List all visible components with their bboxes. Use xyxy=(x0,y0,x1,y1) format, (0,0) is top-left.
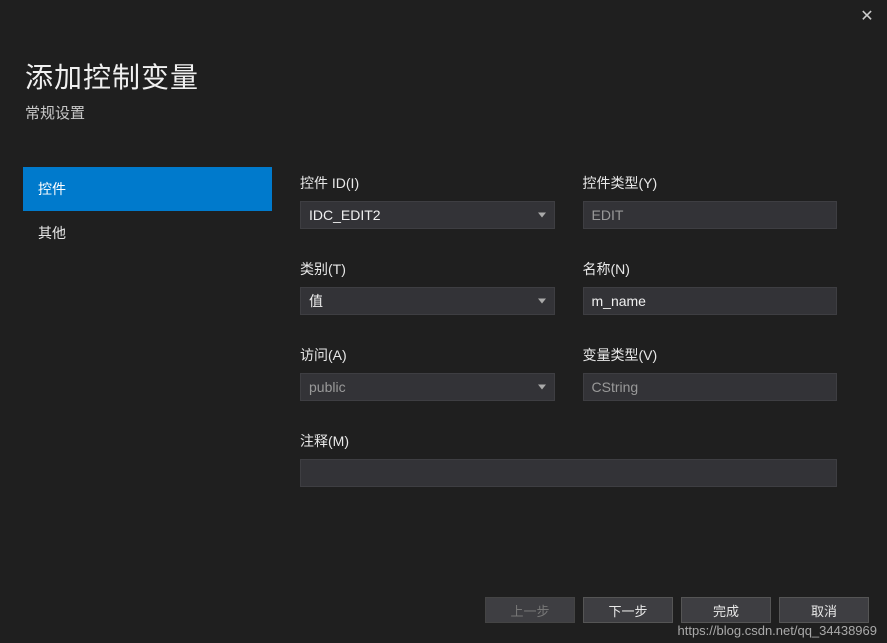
field-control-id: 控件 ID(I) IDC_EDIT2 xyxy=(300,173,555,229)
select-value: IDC_EDIT2 xyxy=(309,207,381,223)
field-label: 类别(T) xyxy=(300,259,555,279)
content: 控件 其他 控件 ID(I) IDC_EDIT2 控件类型(Y) 类别(T) xyxy=(0,167,887,517)
page-title: 添加控制变量 xyxy=(25,56,887,96)
close-button[interactable]: ✕ xyxy=(857,6,877,26)
category-select[interactable]: 值 xyxy=(300,287,555,315)
field-label: 控件 ID(I) xyxy=(300,173,555,193)
field-label: 控件类型(Y) xyxy=(583,173,838,193)
field-category: 类别(T) 值 xyxy=(300,259,555,315)
access-select: public xyxy=(300,373,555,401)
field-comment: 注释(M) xyxy=(300,431,837,487)
field-control-type: 控件类型(Y) xyxy=(583,173,838,229)
sidebar-item-label: 控件 xyxy=(38,179,66,199)
name-input[interactable] xyxy=(583,287,838,315)
sidebar-item-other[interactable]: 其他 xyxy=(23,211,272,255)
select-value: public xyxy=(309,379,346,395)
comment-input[interactable] xyxy=(300,459,837,487)
prev-button: 上一步 xyxy=(485,597,575,623)
control-type-input xyxy=(583,201,838,229)
field-label: 访问(A) xyxy=(300,345,555,365)
next-button[interactable]: 下一步 xyxy=(583,597,673,623)
field-var-type: 变量类型(V) xyxy=(583,345,838,401)
sidebar-item-controls[interactable]: 控件 xyxy=(23,167,272,211)
form: 控件 ID(I) IDC_EDIT2 控件类型(Y) 类别(T) 值 名 xyxy=(272,167,887,517)
chevron-down-icon xyxy=(538,299,546,304)
finish-button[interactable]: 完成 xyxy=(681,597,771,623)
chevron-down-icon xyxy=(538,213,546,218)
var-type-input[interactable] xyxy=(583,373,838,401)
sidebar-item-label: 其他 xyxy=(38,223,66,243)
select-value: 值 xyxy=(309,291,323,311)
control-id-select[interactable]: IDC_EDIT2 xyxy=(300,201,555,229)
field-name: 名称(N) xyxy=(583,259,838,315)
field-access: 访问(A) public xyxy=(300,345,555,401)
watermark: https://blog.csdn.net/qq_34438969 xyxy=(678,623,878,638)
page-subtitle: 常规设置 xyxy=(25,102,887,123)
field-label: 名称(N) xyxy=(583,259,838,279)
footer: 上一步 下一步 完成 取消 xyxy=(485,597,869,623)
sidebar: 控件 其他 xyxy=(0,167,272,517)
field-label: 注释(M) xyxy=(300,431,837,451)
field-label: 变量类型(V) xyxy=(583,345,838,365)
chevron-down-icon xyxy=(538,385,546,390)
cancel-button[interactable]: 取消 xyxy=(779,597,869,623)
header: 添加控制变量 常规设置 xyxy=(0,0,887,123)
